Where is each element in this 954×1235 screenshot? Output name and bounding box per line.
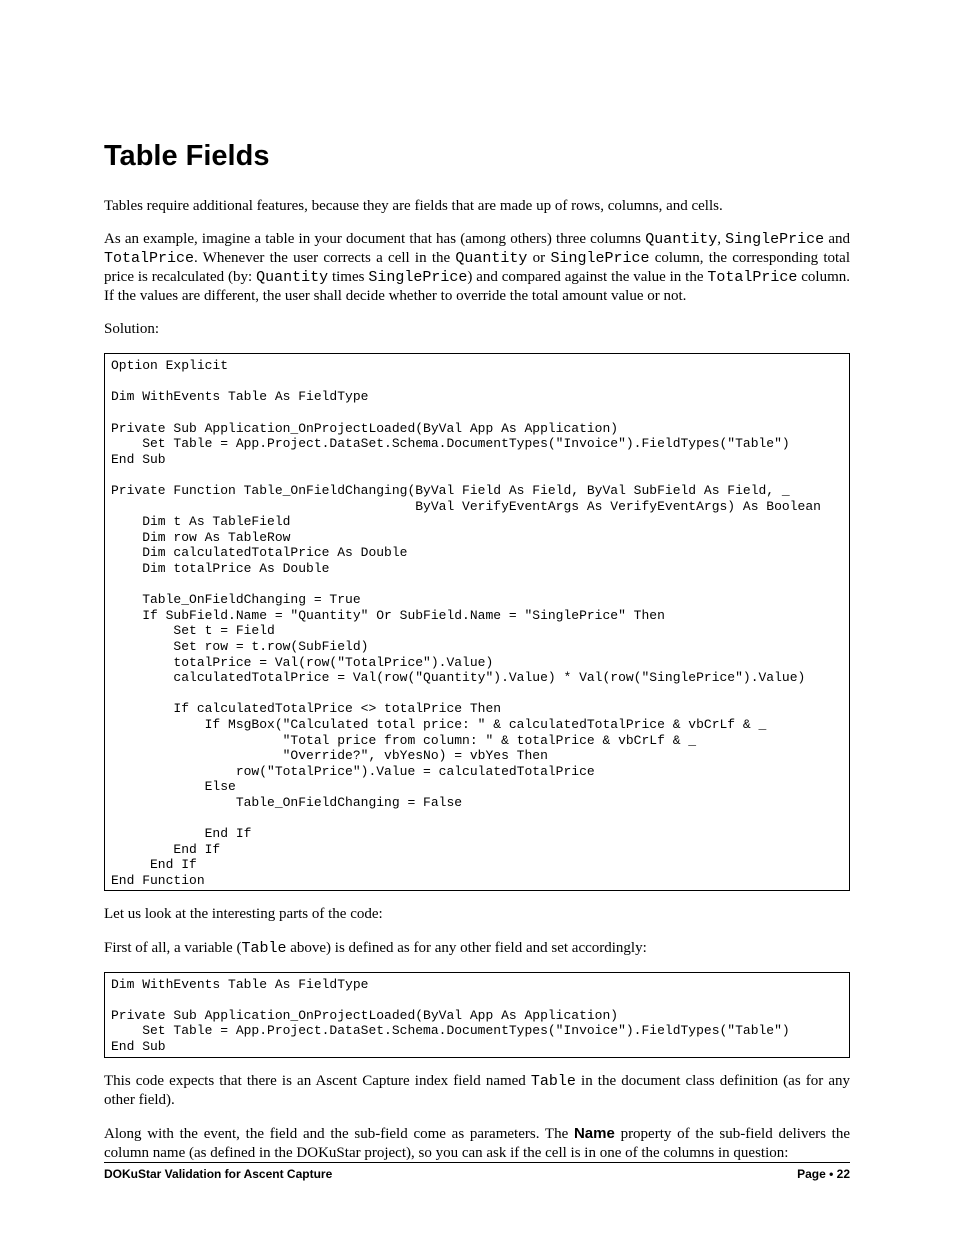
example-paragraph: As an example, imagine a table in your d… — [104, 230, 850, 306]
code-inline: Quantity — [455, 250, 527, 267]
footer-page-number: 22 — [837, 1167, 850, 1181]
name-bold: Name — [574, 1125, 615, 1142]
code-inline: Quantity — [256, 269, 328, 286]
name-paragraph: Along with the event, the field and the … — [104, 1124, 850, 1163]
solution-label: Solution: — [104, 320, 850, 339]
footer-page-label: Page — [797, 1167, 826, 1181]
variable-paragraph: First of all, a variable (Table above) i… — [104, 939, 850, 958]
code-inline: SinglePrice — [550, 250, 649, 267]
expects-paragraph: This code expects that there is an Ascen… — [104, 1072, 850, 1110]
text: , — [717, 231, 725, 247]
text: First of all, a variable ( — [104, 940, 241, 956]
code-inline: Table — [531, 1073, 576, 1090]
bullet-icon: • — [829, 1167, 837, 1181]
code-inline: Quantity — [645, 231, 717, 248]
footer-title: DOKuStar Validation for Ascent Capture — [104, 1167, 332, 1181]
text: This code expects that there is an Ascen… — [104, 1073, 531, 1089]
code-inline: TotalPrice — [707, 269, 797, 286]
code-inline: SinglePrice — [368, 269, 467, 286]
page-heading: Table Fields — [104, 140, 850, 173]
code-block-main: Option Explicit Dim WithEvents Table As … — [104, 353, 850, 891]
code-inline: TotalPrice — [104, 250, 194, 267]
text: or — [527, 250, 550, 266]
text: As an example, imagine a table in your d… — [104, 231, 645, 247]
page-footer: DOKuStar Validation for Ascent Capture P… — [104, 1162, 850, 1181]
code-inline: SinglePrice — [725, 231, 824, 248]
intro-paragraph: Tables require additional features, beca… — [104, 197, 850, 216]
code-block-snippet: Dim WithEvents Table As FieldType Privat… — [104, 972, 850, 1058]
page: Table Fields Tables require additional f… — [0, 0, 954, 1235]
text: above) is defined as for any other field… — [286, 940, 646, 956]
code-inline: Table — [241, 940, 286, 957]
text: ) and compared against the value in the — [467, 269, 707, 285]
text: . Whenever the user corrects a cell in t… — [194, 250, 455, 266]
text: times — [328, 269, 368, 285]
text: Along with the event, the field and the … — [104, 1126, 574, 1142]
explain-paragraph: Let us look at the interesting parts of … — [104, 905, 850, 924]
footer-page: Page • 22 — [797, 1167, 850, 1181]
text: and — [824, 231, 850, 247]
